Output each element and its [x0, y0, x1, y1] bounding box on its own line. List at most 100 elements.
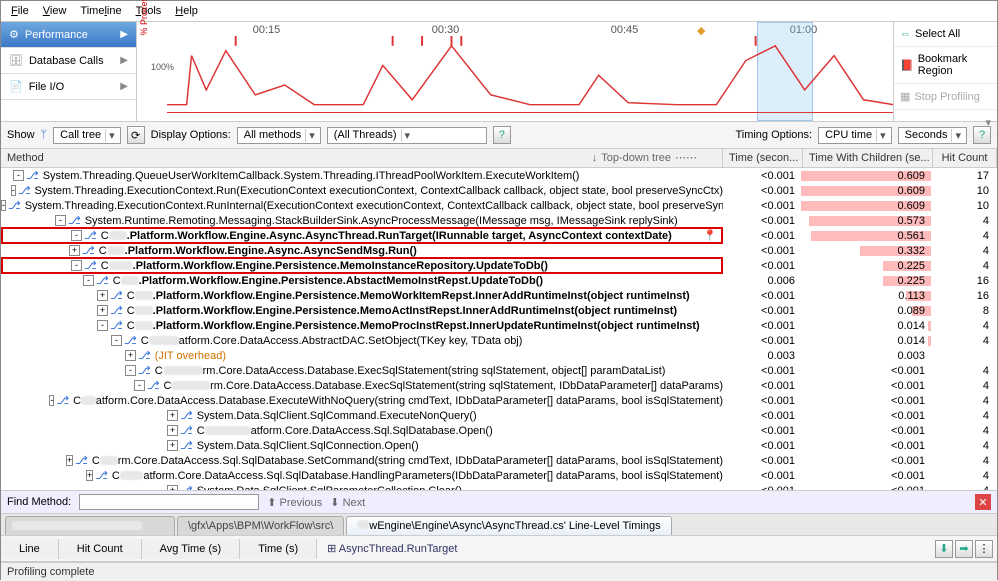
tree-row[interactable]: +⎇System.Data.SqlClient.SqlConnection.Op…	[1, 438, 997, 453]
timing-combo[interactable]: CPU time▾	[818, 127, 892, 144]
pin-icon: 📍	[703, 229, 721, 242]
tab-label: Performance	[25, 29, 88, 41]
tree-row[interactable]: -⎇System.Threading.ExecutionContext.RunI…	[1, 198, 997, 213]
col-hitcount[interactable]: Hit Count	[59, 539, 142, 559]
method-icon: ⎇	[26, 169, 39, 182]
find-input[interactable]	[79, 494, 259, 510]
expand-toggle[interactable]: -	[125, 365, 136, 376]
tree-row[interactable]: -⎇C atform.Core.DataAccess.AbstractDAC.S…	[1, 333, 997, 348]
find-next[interactable]: ⬇ Next	[330, 496, 365, 509]
status-bar: Profiling complete	[1, 562, 997, 581]
expand-toggle[interactable]: +	[66, 455, 73, 466]
source-tab-1[interactable]: 'e:\	[5, 516, 175, 535]
top-panel: ⚙ Performance ▶ 🗄 Database Calls ▶ 📄 Fil…	[1, 22, 997, 122]
menubar: File View Timeline Tools Help	[1, 1, 997, 22]
method-icon: ⎇	[138, 349, 151, 362]
tree-row[interactable]: +⎇System.Data.SqlClient.SqlCommand.Execu…	[1, 408, 997, 423]
tree-row[interactable]: +⎇(JIT overhead)0.0030.003	[1, 348, 997, 363]
expand-toggle[interactable]: -	[71, 260, 82, 271]
tab-label: File I/O	[29, 81, 64, 93]
col-time[interactable]: Time (s)	[240, 539, 317, 559]
expand-toggle[interactable]: +	[97, 290, 108, 301]
timeline-chart[interactable]: % Processor Time 100% 00:15 00:30 00:45 …	[137, 22, 893, 121]
bookmark-button[interactable]: 📕Bookmark Region	[894, 47, 997, 84]
help2-button[interactable]: ?	[973, 126, 991, 144]
source-tab-2[interactable]: wEngine\Engine\Async\AsyncThread.cs' Lin…	[346, 516, 671, 535]
col-hit[interactable]: Hit Count	[933, 149, 997, 167]
method-icon: ⎇	[96, 274, 109, 287]
expand-toggle[interactable]: +	[69, 245, 80, 256]
refresh-button[interactable]: ⟳	[127, 126, 145, 144]
expand-toggle[interactable]: -	[49, 395, 54, 406]
expand-toggle[interactable]: +	[167, 425, 178, 436]
tree-row[interactable]: +⎇C .Platform.Workflow.Engine.Persistenc…	[1, 288, 997, 303]
select-all-button[interactable]: ⇔Select All	[894, 22, 997, 47]
expand-toggle[interactable]: -	[111, 335, 122, 346]
methods-combo[interactable]: All methods▾	[237, 127, 321, 144]
find-prev[interactable]: ⬆ Previous	[267, 496, 322, 509]
col-time[interactable]: Time (secon...	[723, 149, 803, 167]
menu-timeline[interactable]: Timeline	[74, 3, 127, 19]
nav-right-button[interactable]: ➡	[955, 540, 973, 558]
close-find-button[interactable]: ✕	[975, 494, 991, 510]
stop-profiling-button[interactable]: ▦Stop Profiling	[894, 84, 997, 110]
nav-menu-button[interactable]: ⋮	[975, 540, 993, 558]
tree-row[interactable]: -⎇C rm.Core.DataAccess.Database.ExecSqlS…	[1, 363, 997, 378]
tree-row[interactable]: +⎇C .Platform.Workflow.Engine.Async.Asyn…	[1, 243, 997, 258]
call-tree-grid[interactable]: Method Time (secon... Time With Children…	[1, 149, 997, 491]
tree-hint: ↓Top-down tree⋯⋯	[592, 151, 697, 164]
expand-toggle[interactable]: +	[167, 410, 178, 421]
expand-toggle[interactable]: +	[97, 305, 108, 316]
expand-toggle[interactable]: -	[11, 185, 16, 196]
tree-row[interactable]: +⎇C atform.Core.DataAccess.Sql.SqlDataba…	[1, 468, 997, 483]
source-tab-1b[interactable]: \gfx\Apps\BPM\WorkFlow\src\	[177, 516, 344, 535]
expand-toggle[interactable]: -	[1, 200, 6, 211]
tree-row[interactable]: +⎇C atform.Core.DataAccess.Sql.SqlDataba…	[1, 423, 997, 438]
tree-row[interactable]: -⎇C .Platform.Workflow.Engine.Async.Asyn…	[1, 228, 997, 243]
tree-row[interactable]: -⎇System.Runtime.Remoting.Messaging.Stac…	[1, 213, 997, 228]
expand-toggle[interactable]: -	[97, 320, 108, 331]
method-icon: ⎇	[180, 484, 193, 491]
threads-combo[interactable]: (All Threads)▾	[327, 127, 487, 144]
tree-row[interactable]: -⎇C rm.Core.DataAccess.Database.ExecSqlS…	[1, 378, 997, 393]
tab-fileio[interactable]: 📄 File I/O ▶	[1, 74, 136, 100]
method-icon: ⎇	[68, 214, 81, 227]
expand-toggle[interactable]: +	[167, 485, 178, 491]
menu-view[interactable]: View	[37, 3, 73, 19]
unit-combo[interactable]: Seconds▾	[898, 127, 967, 144]
menu-file[interactable]: File	[5, 3, 35, 19]
method-icon: ⎇	[84, 229, 97, 242]
col-twc[interactable]: Time With Children (se...	[803, 149, 933, 167]
tree-row[interactable]: -⎇C .Platform.Workflow.Engine.Persistenc…	[1, 273, 997, 288]
tree-row[interactable]: -⎇C .Platform.Workflow.Engine.Persistenc…	[1, 318, 997, 333]
cpu-line	[167, 36, 893, 114]
show-combo[interactable]: Call tree▾	[53, 127, 121, 144]
tab-performance[interactable]: ⚙ Performance ▶	[1, 22, 136, 48]
tree-row[interactable]: +⎇System.Data.SqlClient.SqlParameterColl…	[1, 483, 997, 491]
tab-database[interactable]: 🗄 Database Calls ▶	[1, 48, 136, 74]
expand-toggle[interactable]: +	[167, 440, 178, 451]
method-icon: ⎇	[110, 304, 123, 317]
expand-toggle[interactable]: -	[134, 380, 145, 391]
expand-toggle[interactable]: -	[13, 170, 24, 181]
col-avgtime[interactable]: Avg Time (s)	[142, 539, 241, 559]
tree-row[interactable]: -⎇System.Threading.ExecutionContext.Run(…	[1, 183, 997, 198]
nav-down-button[interactable]: ⬇	[935, 540, 953, 558]
tree-row[interactable]: -⎇C atform.Core.DataAccess.Database.Exec…	[1, 393, 997, 408]
expand-toggle[interactable]: -	[71, 230, 82, 241]
method-icon: ⎇	[180, 409, 193, 422]
expand-toggle[interactable]: -	[83, 275, 94, 286]
expand-toggle[interactable]: -	[55, 215, 66, 226]
expand-toggle[interactable]: +	[86, 470, 93, 481]
tree-row[interactable]: +⎇C rm.Core.DataAccess.Sql.SqlDatabase.S…	[1, 453, 997, 468]
tree-row[interactable]: -⎇C .Platform.Workflow.Engine.Persistenc…	[1, 258, 997, 273]
help-button[interactable]: ?	[493, 126, 511, 144]
col-line[interactable]: Line	[1, 539, 59, 559]
menu-help[interactable]: Help	[169, 3, 204, 19]
expand-toggle[interactable]: +	[125, 350, 136, 361]
bookmark-icon: 📕	[900, 59, 914, 72]
method-icon: ⎇	[180, 424, 193, 437]
tree-row[interactable]: -⎇System.Threading.QueueUserWorkItemCall…	[1, 168, 997, 183]
tree-row[interactable]: +⎇C .Platform.Workflow.Engine.Persistenc…	[1, 303, 997, 318]
tab-label: Database Calls	[29, 55, 104, 67]
